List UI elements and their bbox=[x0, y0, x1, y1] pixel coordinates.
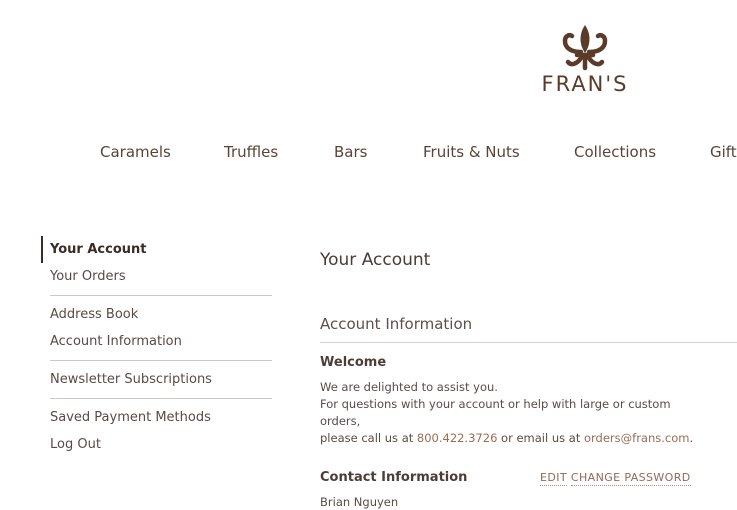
edit-link[interactable]: EDIT bbox=[540, 471, 567, 486]
sidebar-divider bbox=[50, 360, 272, 361]
page-title: Your Account bbox=[320, 250, 431, 270]
sidebar-item-your-orders[interactable]: Your Orders bbox=[41, 263, 272, 290]
contact-info-header: Contact Information EDIT CHANGE PASSWORD bbox=[320, 470, 737, 486]
section-title-account-information: Account Information bbox=[320, 315, 737, 343]
sidebar-divider bbox=[50, 398, 272, 399]
sidebar-item-log-out[interactable]: Log Out bbox=[41, 431, 272, 458]
welcome-line-3-suffix: . bbox=[689, 431, 694, 445]
sidebar-item-address-book[interactable]: Address Book bbox=[41, 301, 272, 328]
contact-name: Brian Nguyen bbox=[320, 495, 399, 509]
fleur-de-lis-icon bbox=[562, 25, 608, 71]
welcome-line-3: please call us at 800.422.3726 or email … bbox=[320, 430, 700, 447]
welcome-line-3-prefix: please call us at bbox=[320, 431, 417, 445]
welcome-line-2: For questions with your account or help … bbox=[320, 397, 671, 428]
sidebar-divider bbox=[50, 295, 272, 296]
nav-item-caramels[interactable]: Caramels bbox=[100, 143, 171, 161]
welcome-heading: Welcome bbox=[320, 355, 387, 370]
nav-item-fruits-nuts[interactable]: Fruits & Nuts bbox=[423, 143, 520, 161]
welcome-line-3-mid: or email us at bbox=[497, 431, 584, 445]
welcome-text: We are delighted to assist you. For ques… bbox=[320, 379, 700, 447]
email-link[interactable]: orders@frans.com bbox=[584, 431, 689, 445]
account-sidebar: Your Account Your Orders Address Book Ac… bbox=[41, 236, 272, 458]
sidebar-item-newsletter[interactable]: Newsletter Subscriptions bbox=[41, 366, 272, 393]
sidebar-item-account-information[interactable]: Account Information bbox=[41, 328, 272, 355]
welcome-line-1: We are delighted to assist you. bbox=[320, 380, 498, 394]
sidebar-item-your-account[interactable]: Your Account bbox=[41, 236, 272, 263]
nav-item-truffles[interactable]: Truffles bbox=[224, 143, 278, 161]
contact-actions: EDIT CHANGE PASSWORD bbox=[540, 471, 691, 486]
brand-wordmark: FRAN'S bbox=[541, 72, 629, 96]
change-password-link[interactable]: CHANGE PASSWORD bbox=[570, 471, 691, 486]
sidebar-item-saved-payment[interactable]: Saved Payment Methods bbox=[41, 404, 272, 431]
nav-item-bars[interactable]: Bars bbox=[334, 143, 367, 161]
brand-logo[interactable]: FRAN'S bbox=[528, 22, 642, 95]
nav-item-gift[interactable]: Gift bbox=[710, 143, 737, 161]
account-main: Your Account Account Information Welcome… bbox=[320, 236, 737, 510]
nav-item-collections[interactable]: Collections bbox=[574, 143, 656, 161]
phone-link[interactable]: 800.422.3726 bbox=[417, 431, 497, 445]
main-nav: Caramels Truffles Bars Fruits & Nuts Col… bbox=[0, 143, 737, 163]
